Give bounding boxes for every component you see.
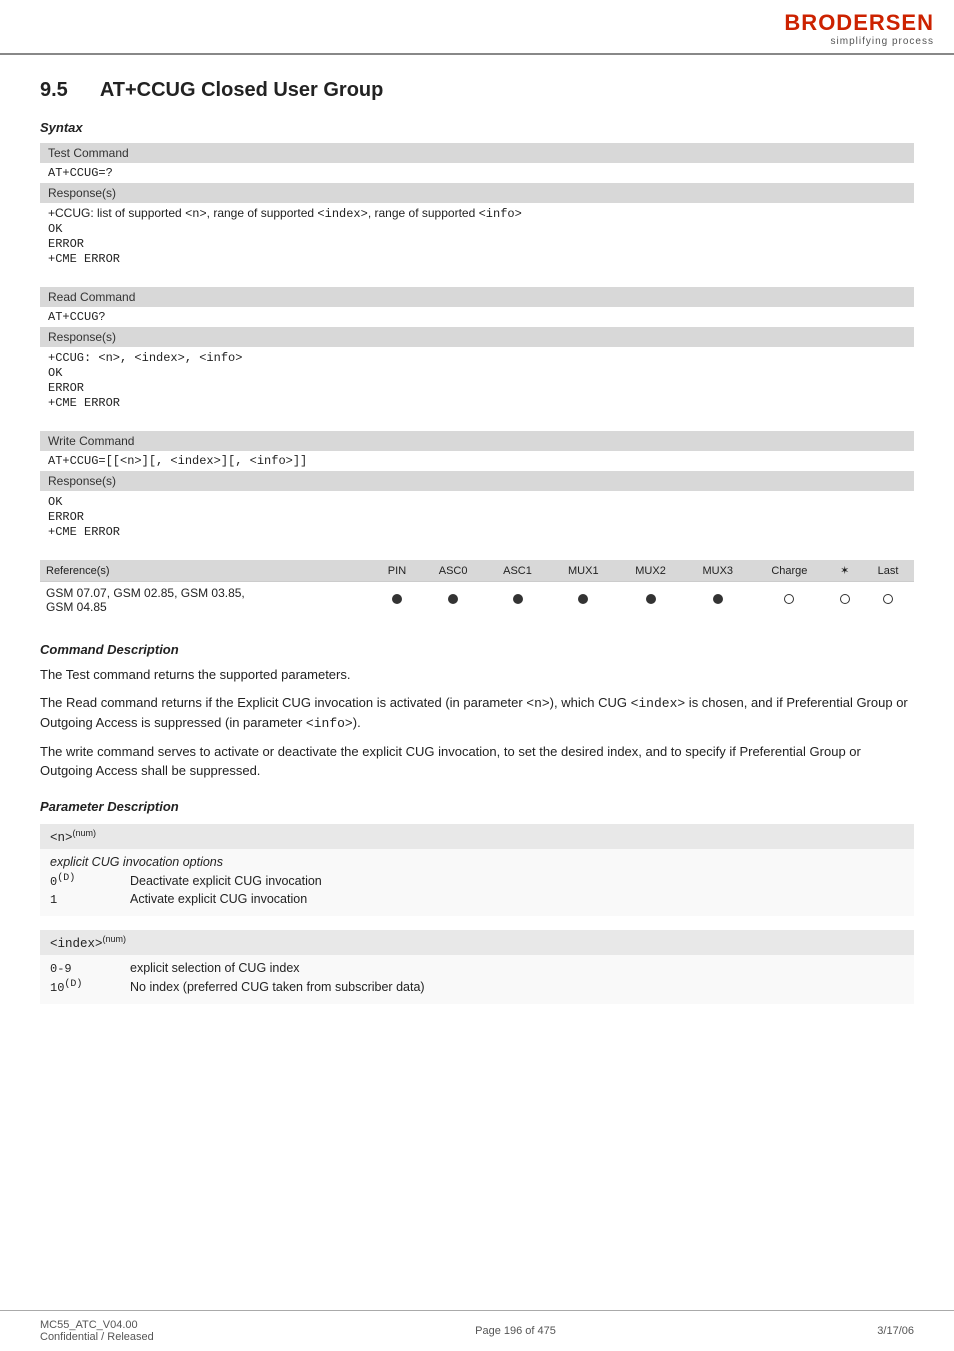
- param-header-index: <index>(num): [40, 930, 914, 955]
- param-desc-label: Parameter Description: [40, 799, 914, 814]
- param-block-n: <n>(num) explicit CUG invocation options…: [40, 824, 914, 916]
- read-command-table: Read Command AT+CCUG? Response(s) +CCUG:…: [40, 287, 914, 413]
- param-n-desc-0: Deactivate explicit CUG invocation: [130, 874, 322, 888]
- ref-val-icon: [827, 582, 862, 619]
- ref-col-asc0: ASC0: [421, 560, 485, 582]
- logo: BRODERSEN simplifying process: [784, 10, 934, 47]
- param-n-val-0: 0(D): [50, 873, 110, 889]
- param-index-val-0: 0-9: [50, 962, 110, 976]
- write-cmd-resp-label: Response(s): [40, 471, 914, 491]
- main-content: 9.5 AT+CCUG Closed User Group Syntax Tes…: [0, 55, 954, 1058]
- cmd-desc-label: Command Description: [40, 642, 914, 657]
- param-n-row-0: 0(D) Deactivate explicit CUG invocation: [50, 873, 904, 889]
- test-cmd-command: AT+CCUG=?: [40, 163, 914, 183]
- ref-val-mux1: [550, 582, 617, 619]
- write-cmd-command: AT+CCUG=[[<n>][, <index>][, <info>]]: [40, 451, 914, 471]
- reference-table: Reference(s) PIN ASC0 ASC1 MUX1 MUX2 MUX…: [40, 560, 914, 618]
- footer-doc-id: MC55_ATC_V04.00: [40, 1319, 154, 1331]
- param-body-index: 0-9 explicit selection of CUG index 10(D…: [40, 955, 914, 1004]
- read-cmd-command: AT+CCUG?: [40, 307, 914, 327]
- ref-val-mux3: [684, 582, 751, 619]
- write-cmd-header: Write Command: [40, 431, 914, 451]
- test-cmd-resp-label: Response(s): [40, 183, 914, 203]
- section-number: 9.5: [40, 79, 68, 102]
- footer-center: Page 196 of 475: [475, 1325, 556, 1337]
- param-index-val-1: 10(D): [50, 979, 110, 995]
- param-block-index: <index>(num) 0-9 explicit selection of C…: [40, 930, 914, 1004]
- param-index-row-1: 10(D) No index (preferred CUG taken from…: [50, 979, 904, 995]
- ref-val-charge: [751, 582, 827, 619]
- test-cmd-response-0: +CCUG: list of supported <n>, range of s…: [40, 203, 914, 269]
- footer-left: MC55_ATC_V04.00 Confidential / Released: [40, 1319, 154, 1343]
- cmd-desc-para-0: The Test command returns the supported p…: [40, 665, 914, 685]
- page-footer: MC55_ATC_V04.00 Confidential / Released …: [0, 1310, 954, 1351]
- footer-status: Confidential / Released: [40, 1331, 154, 1343]
- param-index-desc-0: explicit selection of CUG index: [130, 961, 300, 975]
- param-n-row-1: 1 Activate explicit CUG invocation: [50, 892, 904, 907]
- param-body-n: explicit CUG invocation options 0(D) Dea…: [40, 849, 914, 916]
- footer-date: 3/17/06: [877, 1325, 914, 1337]
- brand-name: BRODERSEN: [784, 10, 934, 36]
- write-cmd-responses: OK ERROR +CME ERROR: [40, 491, 914, 542]
- section-title: AT+CCUG Closed User Group: [100, 79, 384, 102]
- ref-val-last: [862, 582, 914, 619]
- syntax-label: Syntax: [40, 120, 914, 135]
- ref-col-last: Last: [862, 560, 914, 582]
- ref-header-label: Reference(s): [40, 560, 373, 582]
- ref-val-asc1: [485, 582, 549, 619]
- param-index-desc-1: No index (preferred CUG taken from subsc…: [130, 980, 425, 994]
- cmd-desc-para-2: The write command serves to activate or …: [40, 742, 914, 781]
- ref-row-label: GSM 07.07, GSM 02.85, GSM 03.85,GSM 04.8…: [40, 582, 373, 619]
- read-cmd-resp-label: Response(s): [40, 327, 914, 347]
- ref-col-mux3: MUX3: [684, 560, 751, 582]
- ref-col-pin: PIN: [373, 560, 421, 582]
- ref-col-asc1: ASC1: [485, 560, 549, 582]
- ref-col-mux2: MUX2: [617, 560, 684, 582]
- cmd-desc-para-1: The Read command returns if the Explicit…: [40, 693, 914, 734]
- param-n-desc-1: Activate explicit CUG invocation: [130, 892, 307, 906]
- ref-col-icon: ✶: [827, 560, 862, 582]
- brand-tagline: simplifying process: [784, 36, 934, 47]
- write-command-table: Write Command AT+CCUG=[[<n>][, <index>][…: [40, 431, 914, 542]
- param-n-val-1: 1: [50, 893, 110, 907]
- ref-col-charge: Charge: [751, 560, 827, 582]
- read-cmd-header: Read Command: [40, 287, 914, 307]
- read-cmd-responses: +CCUG: <n>, <index>, <info> OK ERROR +CM…: [40, 347, 914, 413]
- param-n-item-label: explicit CUG invocation options: [50, 855, 904, 869]
- section-heading: 9.5 AT+CCUG Closed User Group: [40, 79, 914, 102]
- ref-val-pin: [373, 582, 421, 619]
- param-header-n: <n>(num): [40, 824, 914, 849]
- page-header: BRODERSEN simplifying process: [0, 0, 954, 55]
- param-index-row-0: 0-9 explicit selection of CUG index: [50, 961, 904, 976]
- test-cmd-header: Test Command: [40, 143, 914, 163]
- ref-val-mux2: [617, 582, 684, 619]
- ref-col-mux1: MUX1: [550, 560, 617, 582]
- test-command-table: Test Command AT+CCUG=? Response(s) +CCUG…: [40, 143, 914, 269]
- ref-val-asc0: [421, 582, 485, 619]
